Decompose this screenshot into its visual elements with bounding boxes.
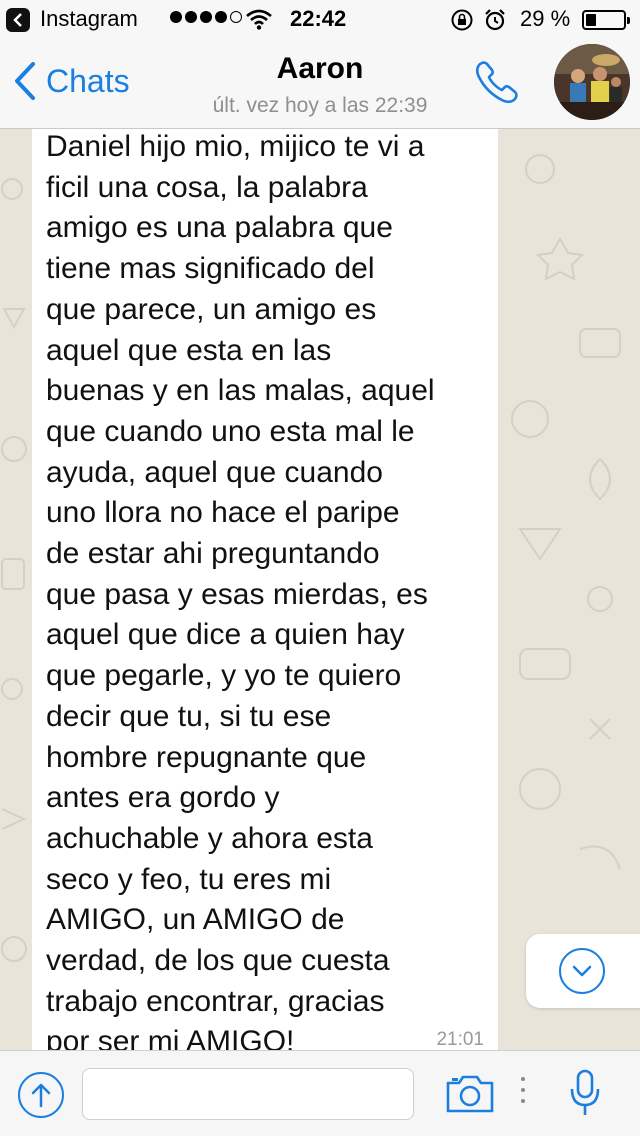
battery-percentage: 29 % — [520, 6, 571, 31]
status-bar: Instagram 22:42 29 % — [0, 0, 640, 40]
rotation-lock-icon — [450, 8, 474, 38]
alarm-icon — [483, 8, 507, 38]
battery-icon — [582, 10, 630, 30]
phone-icon[interactable] — [470, 58, 522, 111]
contact-name[interactable]: Aaron — [0, 52, 640, 86]
signal-strength-icon — [170, 11, 242, 23]
chat-header: Chats Aaron últ. vez hoy a las 22:39 — [0, 40, 640, 129]
status-time: 22:42 — [290, 6, 347, 31]
camera-icon[interactable] — [444, 1073, 496, 1120]
scroll-to-bottom-button[interactable] — [526, 934, 640, 1008]
last-seen-status: últ. vez hoy a las 22:39 — [212, 94, 428, 117]
more-icon[interactable] — [521, 1077, 525, 1103]
scroll-down-icon — [559, 948, 605, 994]
composer-bar — [0, 1050, 640, 1136]
microphone-icon[interactable] — [570, 1069, 600, 1122]
wifi-icon — [245, 8, 273, 36]
back-to-app-icon[interactable] — [6, 8, 30, 32]
message-input[interactable] — [82, 1068, 414, 1120]
upload-icon[interactable] — [18, 1072, 64, 1118]
avatar[interactable] — [554, 44, 630, 120]
message-text: Daniel hijo mio, mijico te vi a ficil un… — [46, 130, 435, 1050]
message-list[interactable]: Daniel hijo mio, mijico te vi a ficil un… — [0, 129, 640, 1050]
back-app-label[interactable]: Instagram — [40, 6, 138, 32]
incoming-message[interactable]: Daniel hijo mio, mijico te vi a ficil un… — [32, 129, 498, 1050]
message-timestamp: 21:01 — [436, 1029, 484, 1050]
